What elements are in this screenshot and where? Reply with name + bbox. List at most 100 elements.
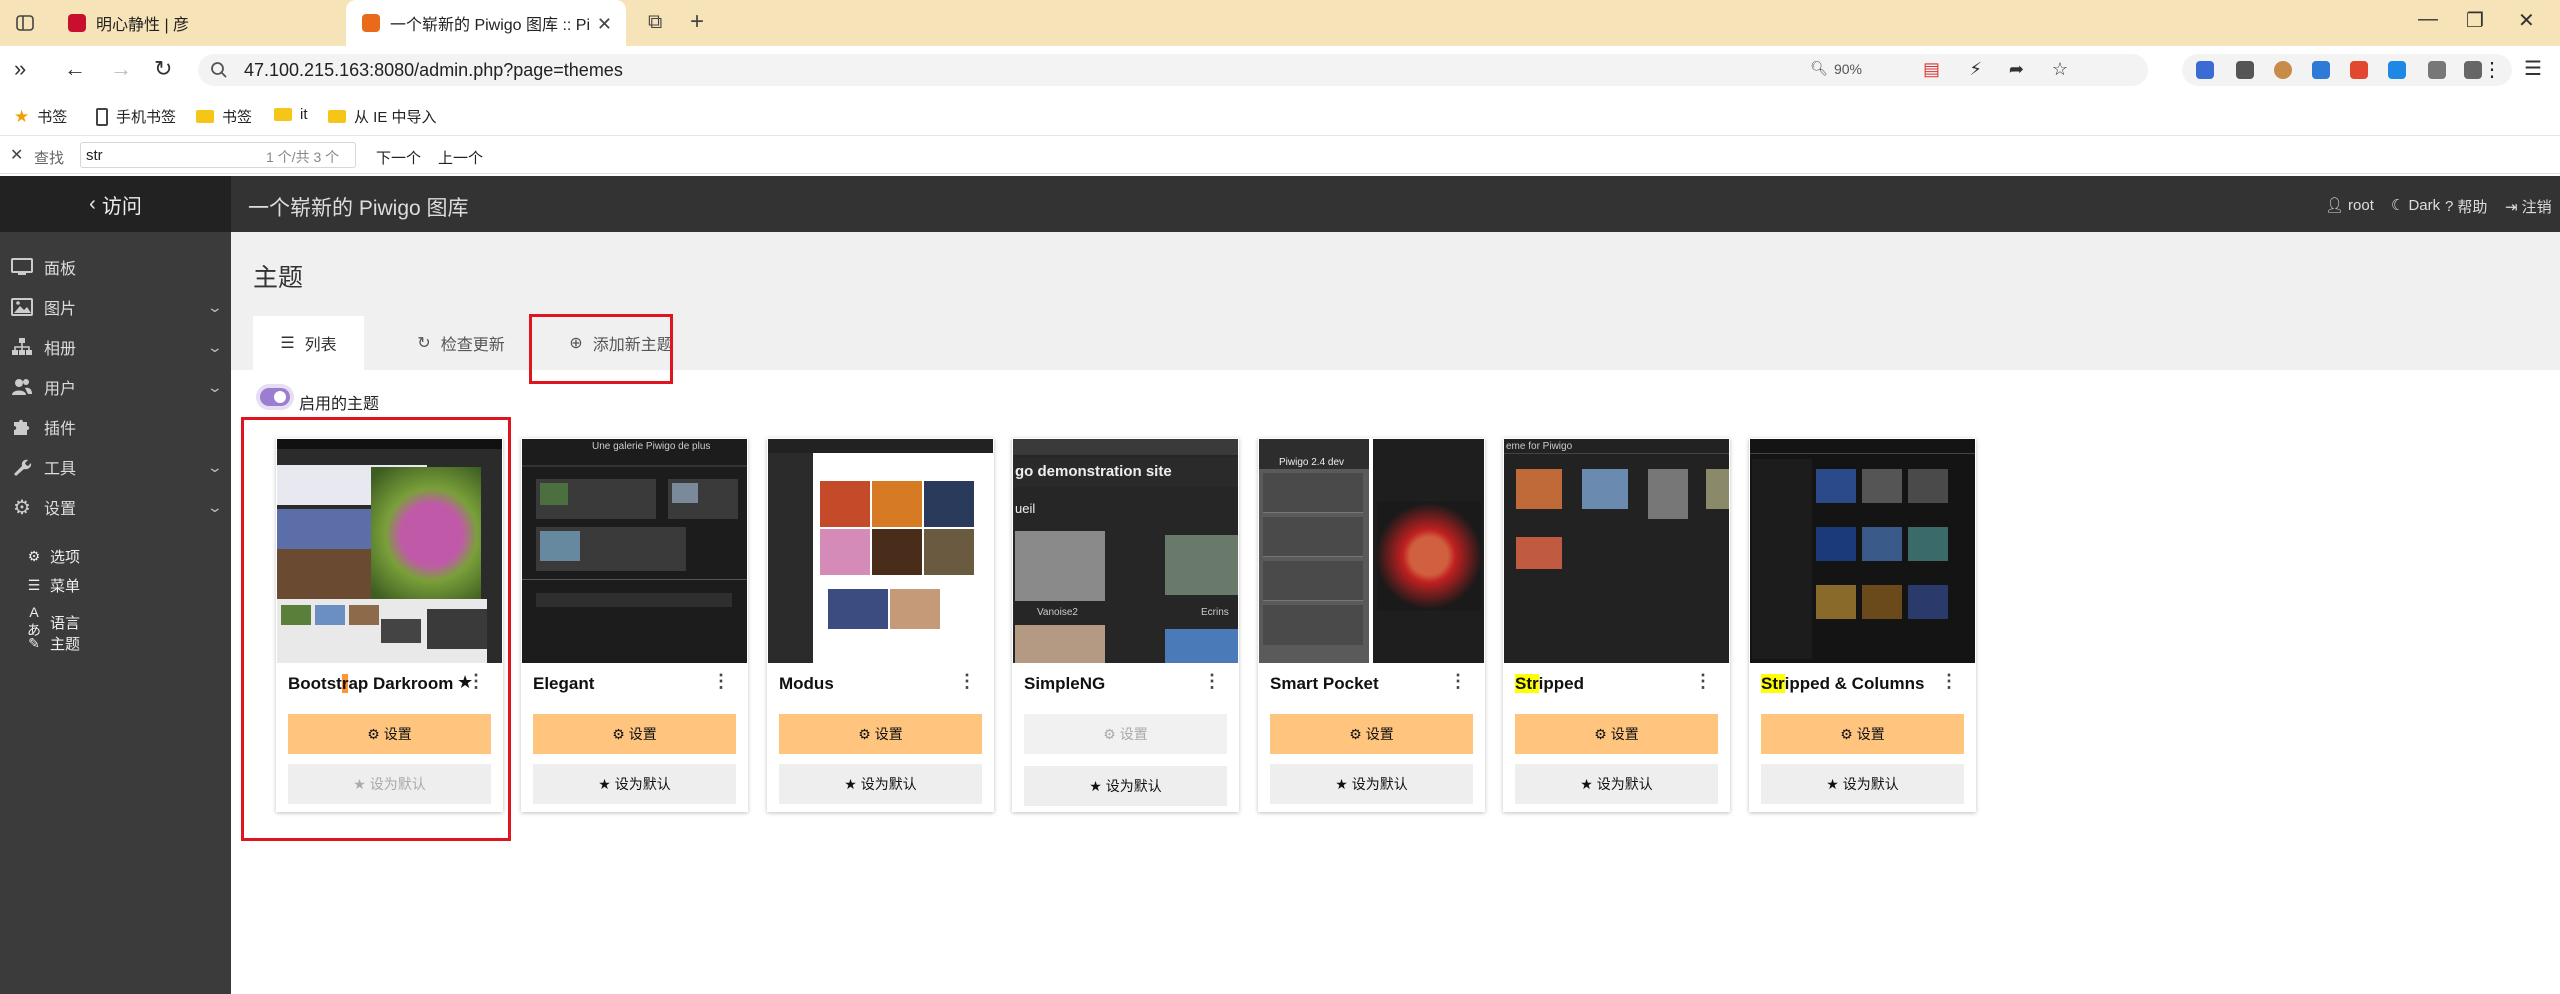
extension-icon[interactable]	[2196, 61, 2214, 79]
theme-settings-button[interactable]: ⚙ 设置	[1270, 714, 1473, 754]
theme-settings-button[interactable]: ⚙ 设置	[288, 714, 491, 754]
sidebar-item-label: 相册	[44, 341, 77, 358]
address-bar[interactable]: 47.100.215.163:8080/admin.php?page=theme…	[198, 54, 2148, 86]
extension-icon[interactable]	[2274, 61, 2292, 79]
theme-thumbnail: Une galerie Piwigo de plus	[522, 439, 747, 663]
set-default-button[interactable]: ★ 设为默认	[1024, 766, 1227, 806]
list-icon: ☰	[280, 335, 295, 352]
more-options-icon[interactable]: ⋮	[1203, 672, 1221, 690]
more-options-icon[interactable]: ⋮	[958, 672, 976, 690]
logout-link[interactable]: ⇥ 注销	[2505, 196, 2552, 217]
bookmark-folder[interactable]: 从 IE 中导入	[328, 106, 437, 127]
sidebar-subitem-options[interactable]: ⚙ 选项	[24, 546, 80, 567]
bookmark-folder[interactable]: 书签	[196, 106, 252, 127]
sidebar-toggle-icon[interactable]	[12, 11, 38, 35]
qr-icon[interactable]	[2236, 61, 2254, 79]
pdf-icon[interactable]	[2350, 61, 2368, 79]
lightning-icon[interactable]: ⚡︎	[1969, 59, 1982, 80]
chevron-down-icon: ⌄	[206, 458, 224, 475]
share-icon[interactable]: ➦	[2009, 59, 2024, 80]
sidebar-item-tools[interactable]: 工具 ⌄	[0, 449, 231, 485]
theme-settings-button[interactable]: ⚙ 设置	[1024, 714, 1227, 754]
reader-icon[interactable]: ▤	[1923, 59, 1940, 80]
bookmark-folder[interactable]: it	[274, 106, 308, 123]
browser-tab-active[interactable]: 一个崭新的 Piwigo 图库 :: Piwigo ✕	[346, 0, 626, 46]
minimize-icon[interactable]: —	[2418, 8, 2438, 31]
more-options-icon[interactable]: ⋮	[1694, 672, 1712, 690]
set-default-button[interactable]: ★ 设为默认	[779, 764, 982, 804]
new-tab-icon[interactable]: +	[690, 8, 704, 36]
menu-icon[interactable]: ☰	[2524, 56, 2542, 81]
back-icon[interactable]: ←	[64, 58, 86, 80]
sidebar-item-albums[interactable]: 相册 ⌄	[0, 329, 231, 365]
cogs-icon: ⚙	[27, 548, 41, 564]
tab-list[interactable]: ☰ 列表	[253, 316, 364, 370]
phone-icon	[96, 107, 108, 126]
theme-settings-button[interactable]: ⚙ 设置	[1761, 714, 1964, 754]
thumb-caption: go demonstration site	[1015, 463, 1172, 480]
set-default-button[interactable]: ★ 设为默认	[1761, 764, 1964, 804]
sidebar-item-users[interactable]: 用户 ⌄	[0, 369, 231, 405]
sidebar-item-settings[interactable]: ⚙ 设置 ⌄	[0, 489, 231, 525]
expand-icon[interactable]: »	[14, 58, 26, 80]
help-link[interactable]: ? 帮助	[2445, 196, 2487, 217]
set-default-button[interactable]: ★ 设为默认	[1270, 764, 1473, 804]
translate-icon[interactable]	[2388, 61, 2406, 79]
theme-settings-button[interactable]: ⚙ 设置	[533, 714, 736, 754]
bookmark-item[interactable]: ★ 书签	[14, 106, 67, 127]
gear-icon: ⚙	[367, 725, 380, 742]
gear-icon: ⚙	[1349, 725, 1362, 742]
close-tab-icon[interactable]: ✕	[597, 14, 612, 35]
more-options-icon[interactable]: ⋮	[467, 672, 485, 690]
sidebar-item-dashboard[interactable]: 面板	[0, 249, 231, 285]
more-options-icon[interactable]: ⋮	[1940, 672, 1958, 690]
theme-settings-button[interactable]: ⚙ 设置	[1515, 714, 1718, 754]
set-default-button[interactable]: ★ 设为默认	[533, 764, 736, 804]
extension-icon[interactable]	[2312, 61, 2330, 79]
theme-name: Smart Pocket	[1270, 674, 1379, 693]
bookmark-star-icon[interactable]: ☆	[2052, 59, 2068, 80]
folder-icon	[274, 108, 292, 121]
enabled-themes-toggle[interactable]	[260, 388, 290, 406]
forward-icon[interactable]: →	[110, 58, 132, 80]
edit-icon[interactable]	[2428, 61, 2446, 79]
sidebar-subitem-menu[interactable]: ☰ 菜单	[24, 575, 80, 596]
gallery-title[interactable]: 一个崭新的 Piwigo 图库	[248, 192, 469, 222]
find-prev-button[interactable]: 上一个	[438, 147, 483, 168]
set-default-button[interactable]: ★ 设为默认	[288, 764, 491, 804]
menu-icon: ☰	[27, 577, 41, 593]
theme-thumbnail: Piwigo 2.4 dev	[1259, 439, 1484, 663]
close-icon[interactable]: ✕	[10, 145, 23, 165]
zoom-indicator[interactable]: 🔍︎ 90%	[1810, 60, 1862, 77]
thumb-caption: ueil	[1015, 501, 1036, 516]
tab-check-updates[interactable]: ↻ 检查更新	[381, 316, 541, 370]
sidebar-item-plugins[interactable]: 插件	[0, 409, 231, 445]
visit-button[interactable]: ‹ 访问	[0, 176, 231, 232]
sidebar-subitem-themes[interactable]: ✎ 主题	[24, 633, 80, 654]
restore-icon[interactable]: ❐	[2466, 8, 2484, 33]
bookmark-item[interactable]: 手机书签	[96, 106, 176, 127]
annotation-box-add-theme	[529, 314, 673, 384]
chevron-down-icon: ⌄	[206, 378, 224, 395]
user-link[interactable]: 👤︎ root	[2325, 196, 2374, 215]
star-icon: ★	[1089, 777, 1102, 794]
section-label: 启用的主题	[299, 396, 380, 413]
tab-title: 明心静性 | 彦	[96, 17, 190, 34]
close-window-icon[interactable]: ✕	[2518, 8, 2535, 33]
set-default-button[interactable]: ★ 设为默认	[1515, 764, 1718, 804]
more-options-icon[interactable]: ⋮	[1449, 672, 1467, 690]
dark-mode-link[interactable]: ☾ Dark	[2391, 196, 2440, 215]
tab-groups-icon[interactable]: ⧉	[648, 11, 662, 34]
star-icon: ★	[1335, 775, 1348, 792]
download-icon[interactable]	[2464, 61, 2482, 79]
more-icon[interactable]: ⋮	[2482, 57, 2502, 82]
theme-card: Bootstrap Darkroom ★ ⋮ ⚙ 设置 ★ 设为默认	[276, 438, 503, 812]
theme-thumbnail	[277, 439, 502, 663]
theme-settings-button[interactable]: ⚙ 设置	[779, 714, 982, 754]
reload-icon[interactable]: ↻	[154, 58, 172, 80]
sidebar-item-photos[interactable]: 图片 ⌄	[0, 289, 231, 325]
users-icon	[10, 377, 34, 397]
more-options-icon[interactable]: ⋮	[712, 672, 730, 690]
find-next-button[interactable]: 下一个	[376, 147, 421, 168]
browser-tab-1[interactable]: 明心静性 | 彦	[60, 0, 340, 46]
